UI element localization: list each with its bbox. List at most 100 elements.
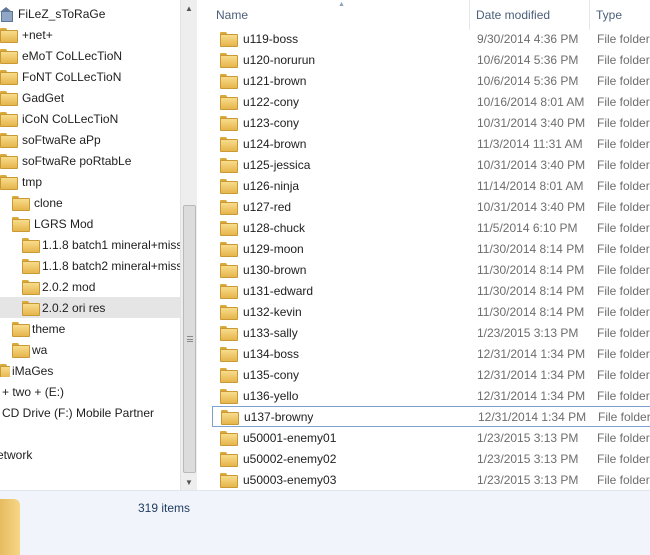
folder-icon: [221, 410, 239, 425]
file-type: File folder: [597, 283, 650, 298]
file-name-cell: u50002-enemy02: [220, 452, 336, 467]
folder-icon: [0, 364, 10, 377]
date-modified: 12/31/2014 1:34 PM: [477, 367, 586, 382]
folder-icon: [220, 389, 238, 404]
date-modified: 12/31/2014 1:34 PM: [477, 346, 586, 361]
folder-icon: [220, 452, 238, 467]
nav-item-drive-e[interactable]: + two + (E:): [0, 381, 180, 402]
file-name: u50003-enemy03: [243, 472, 337, 487]
file-type: File folder: [597, 31, 650, 46]
file-name: u127-red: [243, 199, 292, 214]
nav-item-tmp[interactable]: tmp: [0, 171, 180, 192]
table-row[interactable]: u122-cony 10/16/2014 8:01 AM File folder: [212, 91, 650, 112]
nav-item-cd-drive-f[interactable]: CD Drive (F:) Mobile Partner: [0, 402, 180, 423]
nav-item-network[interactable]: etwork: [0, 444, 180, 465]
file-name: u135-cony: [243, 367, 300, 382]
table-row[interactable]: u125-jessica 10/31/2014 3:40 PM File folde…: [212, 154, 650, 175]
date-modified: 11/30/2014 8:14 PM: [477, 283, 585, 298]
grip-icon: [187, 336, 193, 342]
status-bar: 319 items: [0, 490, 650, 555]
table-row[interactable]: u127-red 10/31/2014 3:40 PM File folder: [212, 196, 650, 217]
file-name: u129-moon: [243, 241, 304, 256]
file-type: File folder: [597, 304, 650, 319]
file-name-cell: u125-jessica: [220, 158, 310, 173]
nav-item-batch2[interactable]: 1.1.8 batch2 mineral+miss: [0, 255, 180, 276]
nav-item-software-app[interactable]: soFtwaRe aPp: [0, 129, 180, 150]
nav-item-filez-storage[interactable]: FiLeZ_sToRaGe: [0, 3, 180, 24]
nav-item-net[interactable]: +net+: [0, 24, 180, 45]
file-name-cell: u130-brown: [220, 262, 307, 278]
nav-item-software-portable[interactable]: soFtwaRe poRtabLe: [0, 150, 180, 171]
nav-item-batch1[interactable]: 1.1.8 batch1 mineral+miss: [0, 234, 180, 255]
table-row[interactable]: u123-cony 10/31/2014 3:40 PM File folder: [212, 112, 650, 133]
table-row[interactable]: u50003-enemy03 1/23/2015 3:13 PM File fold…: [212, 469, 650, 490]
table-row[interactable]: u50001-enemy01 1/23/2015 3:13 PM File fold…: [212, 427, 650, 448]
table-row[interactable]: u131-edward 11/30/2014 8:14 PM File folder: [212, 280, 650, 301]
nav-item-images[interactable]: iMaGes: [0, 360, 180, 381]
nav-item-clone[interactable]: clone: [0, 192, 180, 213]
folder-icon: [0, 154, 18, 169]
table-row[interactable]: u130-brown 11/30/2014 8:14 PM File folder: [212, 259, 650, 280]
date-modified: 12/31/2014 1:34 PM: [477, 388, 586, 403]
table-row[interactable]: u126-ninja 11/14/2014 8:01 AM File folder: [212, 175, 650, 196]
date-modified: 11/30/2014 8:14 PM: [477, 262, 585, 277]
table-row[interactable]: u124-brown 11/3/2014 11:31 AM File folder: [212, 133, 650, 154]
table-row[interactable]: u121-brown 10/6/2014 5:36 PM File folder: [212, 70, 650, 91]
file-name-cell: u131-edward: [220, 284, 313, 299]
table-row[interactable]: u134-boss 12/31/2014 1:34 PM File folder: [212, 343, 650, 364]
table-row[interactable]: u133-sally 1/23/2015 3:13 PM File folder: [212, 322, 650, 343]
nav-item-lgrs-mod[interactable]: LGRS Mod: [0, 213, 180, 234]
folder-icon: [0, 112, 18, 127]
scrollbar-thumb[interactable]: [183, 205, 196, 473]
table-row[interactable]: u128-chuck 11/5/2014 6:10 PM File folder: [212, 217, 650, 238]
nav-item-theme[interactable]: theme: [0, 318, 180, 339]
date-modified: 11/5/2014 6:10 PM: [477, 220, 578, 235]
table-row[interactable]: u132-kevin 11/30/2014 8:14 PM File folder: [212, 301, 650, 322]
scroll-down-icon[interactable]: ▼: [185, 478, 193, 487]
nav-item-emot[interactable]: eMoT CoLLecTioN: [0, 45, 180, 66]
folder-icon: [0, 175, 18, 190]
date-modified: 11/14/2014 8:01 AM: [477, 178, 584, 193]
file-name-cell: u133-sally: [220, 326, 298, 341]
file-name: u130-brown: [243, 262, 307, 277]
file-type: File folder: [597, 157, 650, 172]
date-modified: 10/31/2014 3:40 PM: [477, 199, 586, 214]
item-count: 319 items: [138, 501, 191, 515]
table-row[interactable]: u129-moon 11/30/2014 8:14 PM File folder: [212, 238, 650, 259]
folder-icon: [220, 284, 238, 299]
folder-icon: [0, 499, 40, 555]
table-row[interactable]: u136-yello 12/31/2014 1:34 PM File folder: [212, 385, 650, 406]
folder-icon: [220, 179, 238, 194]
file-type: File folder: [597, 346, 650, 361]
table-row[interactable]: u135-cony 12/31/2014 1:34 PM File folder: [212, 364, 650, 385]
folder-icon: [220, 200, 238, 215]
date-modified: 10/6/2014 5:36 PM: [477, 73, 579, 88]
nav-item-2-0-2-mod[interactable]: 2.0.2 mod: [0, 276, 180, 297]
file-name-cell: u123-cony: [220, 116, 299, 131]
folder-icon: [220, 137, 238, 152]
nav-scrollbar[interactable]: ▲ ▼: [180, 0, 197, 490]
column-header-name[interactable]: Name: [210, 0, 470, 30]
table-row[interactable]: u119-boss 9/30/2014 4:36 PM File folder: [212, 28, 650, 49]
file-name-cell: u122-cony: [220, 95, 299, 110]
nav-item-wa[interactable]: wa: [0, 339, 180, 360]
date-modified: 1/23/2015 3:13 PM: [477, 430, 579, 445]
folder-icon: [22, 259, 40, 274]
column-header-type[interactable]: Type: [590, 0, 650, 30]
folder-icon: [220, 326, 238, 341]
table-row[interactable]: u50002-enemy02 1/23/2015 3:13 PM File fold…: [212, 448, 650, 469]
scroll-up-icon[interactable]: ▲: [185, 4, 193, 13]
date-modified: 10/6/2014 5:36 PM: [477, 52, 579, 67]
column-header-date[interactable]: Date modified: [470, 0, 590, 30]
file-type: File folder: [597, 73, 650, 88]
file-name-cell: u50001-enemy01: [220, 431, 336, 446]
table-row[interactable]: u137-browny 12/31/2014 1:34 PM File folder: [212, 406, 650, 427]
nav-item-font[interactable]: FoNT CoLLecTioN: [0, 66, 180, 87]
date-modified: 1/23/2015 3:13 PM: [477, 472, 579, 487]
table-row[interactable]: u120-norurun 10/6/2014 5:36 PM File folder: [212, 49, 650, 70]
file-name-cell: u132-kevin: [220, 305, 302, 320]
file-type: File folder: [597, 115, 650, 130]
nav-item-icon[interactable]: iCoN CoLLecTioN: [0, 108, 180, 129]
nav-item-2-0-2-ori-res[interactable]: 2.0.2 ori res: [0, 297, 180, 318]
nav-item-gadget[interactable]: GadGet: [0, 87, 180, 108]
